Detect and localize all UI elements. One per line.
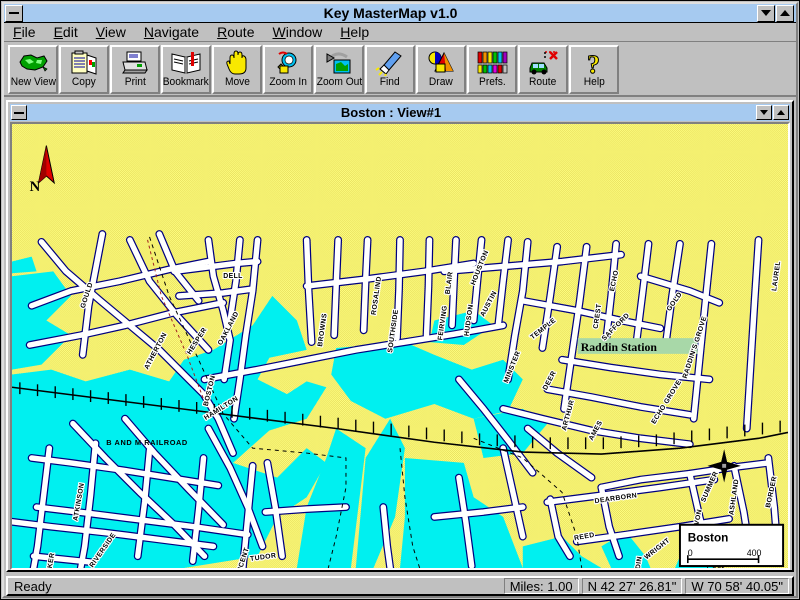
legend-title: Boston	[688, 531, 729, 544]
map-window-title: Boston : View#1	[340, 105, 442, 120]
menu-view[interactable]: View	[87, 23, 135, 41]
status-latitude: N 42 27' 26.81"	[581, 578, 683, 594]
toolbar-button-copy[interactable]: Copy	[59, 45, 109, 94]
map-graphic[interactable]: B AND M RAILROAD Raddin Station N GOULDG…	[12, 124, 788, 568]
main-titlebar: Key MasterMap v1.0	[4, 4, 796, 23]
markers-prefs-icon	[469, 49, 515, 77]
minimize-icon	[761, 10, 771, 16]
system-menu-button[interactable]	[5, 4, 23, 22]
menu-edit[interactable]: Edit	[45, 23, 87, 41]
hand-pan-icon	[214, 49, 260, 77]
toolbar-label: Zoom In	[269, 76, 307, 88]
toolbar-label: Route	[529, 76, 557, 88]
toolbar-label: New View	[10, 76, 56, 88]
map-legend: Boston 0 400 Feet	[678, 523, 785, 568]
toolbar-button-zoom-in[interactable]: Zoom In	[263, 45, 313, 94]
toolbar-label: Help	[583, 76, 605, 88]
menu-help[interactable]: Help	[331, 23, 378, 41]
maximize-icon	[777, 110, 785, 115]
map-canvas[interactable]: B AND M RAILROAD Raddin Station N GOULD …	[10, 122, 790, 570]
toolbar-label: Move	[224, 76, 250, 88]
system-menu-icon	[9, 12, 19, 14]
street-label: DELLDELL	[222, 272, 243, 281]
map-window-titlebar: Boston : View#1	[10, 104, 790, 121]
north-label: N	[30, 179, 41, 195]
toolbar-button-route[interactable]: Route	[518, 45, 568, 94]
toolbar-label: Zoom Out	[316, 76, 362, 88]
toolbar-label: Prefs.	[478, 76, 506, 88]
minimize-button[interactable]	[757, 4, 775, 22]
clipboard-copy-icon	[61, 49, 107, 77]
status-message: Ready	[14, 578, 52, 594]
printer-icon	[112, 49, 158, 77]
toolbar-button-print[interactable]: Print	[110, 45, 160, 94]
toolbar-label: Find	[380, 76, 400, 88]
toolbar-button-move[interactable]: Move	[212, 45, 262, 94]
toolbar-button-bookmark[interactable]: Bookmark	[161, 45, 211, 94]
map-maximize-button[interactable]	[773, 105, 789, 120]
map-child-window: Boston : View#1 B AND M RAILROAD Raddin …	[6, 100, 794, 572]
minimize-icon	[760, 110, 768, 115]
poi-raddin-station: Raddin Station	[577, 338, 698, 354]
legend-units: Feet	[706, 564, 724, 568]
maximize-button[interactable]	[776, 4, 794, 22]
zoom-out-map-icon	[316, 49, 362, 77]
status-longitude: W 70 58' 40.05"	[685, 578, 789, 594]
maximize-icon	[780, 10, 790, 16]
system-menu-icon	[14, 111, 24, 114]
toolbar-button-new-view[interactable]: New View	[8, 45, 58, 94]
map-system-menu-button[interactable]	[11, 105, 27, 120]
map-minimize-button[interactable]	[756, 105, 772, 120]
toolbar-button-prefs[interactable]: Prefs.	[467, 45, 517, 94]
toolbar-label: Bookmark	[162, 76, 210, 88]
toolbar-button-zoom-out[interactable]: Zoom Out	[314, 45, 364, 94]
toolbar-button-help[interactable]: ? Help	[569, 45, 619, 94]
flashlight-find-icon	[367, 49, 413, 77]
menu-route[interactable]: Route	[208, 23, 263, 41]
poi-label: Raddin Station	[581, 341, 658, 354]
open-book-bookmark-icon	[163, 49, 209, 77]
toolbar-label: Print	[124, 76, 146, 88]
car-route-icon	[520, 49, 566, 77]
toolbar: New View Copy Print Bookmark Move Zoom I…	[4, 43, 796, 97]
legend-scale-max: 400	[747, 548, 762, 558]
toolbar-button-find[interactable]: Find	[365, 45, 415, 94]
app-title: Key MasterMap v1.0	[323, 5, 458, 21]
magnifier-character-icon	[265, 49, 311, 77]
svg-text:?: ?	[587, 50, 600, 76]
menu-window[interactable]: Window	[263, 23, 331, 41]
application-window: Key MasterMap v1.0 File Edit View Naviga…	[0, 0, 800, 600]
usa-map-icon	[10, 49, 56, 77]
statusbar: Ready Miles: 1.00 N 42 27' 26.81" W 70 5…	[6, 576, 794, 596]
toolbar-label: Draw	[429, 76, 453, 88]
toolbar-label: Copy	[72, 76, 96, 88]
toolbar-button-draw[interactable]: Draw	[416, 45, 466, 94]
railroad-label: B AND M RAILROAD	[106, 438, 188, 447]
svg-text:DELL: DELL	[223, 273, 242, 280]
question-mark-icon: ?	[571, 49, 617, 77]
status-scale: Miles: 1.00	[503, 578, 579, 594]
shapes-draw-icon	[418, 49, 464, 77]
menu-file[interactable]: File	[4, 23, 45, 41]
menubar: File Edit View Navigate Route Window Hel…	[4, 23, 796, 42]
menu-navigate[interactable]: Navigate	[135, 23, 208, 41]
